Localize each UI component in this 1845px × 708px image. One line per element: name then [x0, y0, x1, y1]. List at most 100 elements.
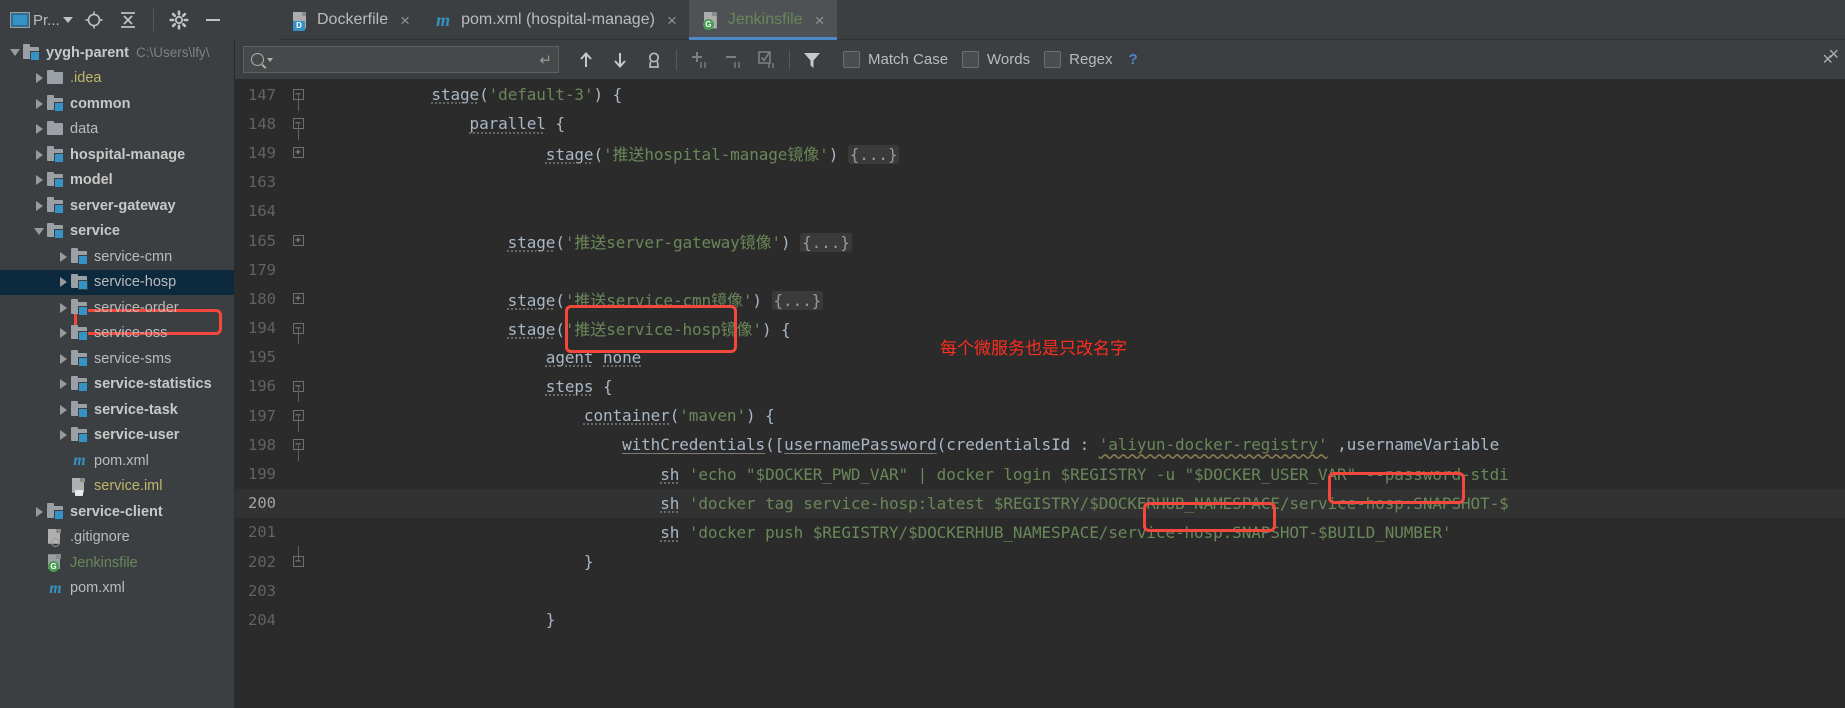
match-case-checkbox[interactable] — [843, 51, 860, 68]
hide-panel-button[interactable] — [198, 5, 228, 35]
expand-arrow-icon[interactable] — [56, 430, 70, 441]
expand-arrow-icon[interactable] — [56, 251, 70, 262]
collapse-all-button[interactable] — [113, 5, 143, 35]
code-line[interactable]: 201 sh 'docker push $REGISTRY/$DOCKERHUB… — [235, 518, 1845, 547]
expand-arrow-icon[interactable] — [56, 277, 70, 288]
locate-target-button[interactable] — [79, 5, 109, 35]
expand-arrow-icon[interactable] — [56, 353, 70, 364]
tree-item--gitignore[interactable]: .gitignore — [0, 525, 234, 551]
collapse-arrow-icon[interactable] — [32, 227, 46, 235]
regex-checkbox[interactable] — [1044, 51, 1062, 68]
find-next-button[interactable] — [603, 45, 637, 75]
code-line[interactable]: 202− } — [235, 545, 1845, 576]
tree-item-service-client[interactable]: service-client — [0, 499, 234, 525]
add-occurrence-button[interactable] — [682, 45, 716, 75]
tree-item-service-oss[interactable]: service-oss — [0, 321, 234, 347]
tree-item-model[interactable]: model — [0, 168, 234, 194]
tree-item-service-sms[interactable]: service-sms — [0, 346, 234, 372]
fold-gutter[interactable]: − — [285, 545, 311, 568]
fold-expand-icon[interactable]: + — [292, 293, 304, 305]
code-line[interactable]: 163 — [235, 168, 1845, 197]
close-tab-icon[interactable]: × — [815, 12, 825, 29]
tree-item-service-cmn[interactable]: service-cmn — [0, 244, 234, 270]
code-line[interactable]: 148− parallel { — [235, 109, 1845, 140]
expand-arrow-icon[interactable] — [32, 124, 46, 135]
tree-item-common[interactable]: common — [0, 91, 234, 117]
find-all-button[interactable] — [637, 45, 671, 75]
expand-arrow-icon[interactable] — [32, 98, 46, 109]
filter-button[interactable] — [795, 45, 829, 75]
fold-gutter[interactable]: − — [285, 118, 311, 140]
tree-item-jenkinsfile[interactable]: G Jenkinsfile — [0, 550, 234, 576]
expand-arrow-icon[interactable] — [56, 328, 70, 339]
regex-option[interactable]: Regex ? — [1044, 51, 1138, 68]
tree-item-service[interactable]: service — [0, 219, 234, 245]
expand-arrow-icon[interactable] — [32, 200, 46, 211]
project-tree[interactable]: yygh-parent C:\Users\lfy\ .idea common data h… — [0, 40, 235, 708]
tree-item-server-gateway[interactable]: server-gateway — [0, 193, 234, 219]
match-case-option[interactable]: Match Case — [843, 51, 948, 68]
fold-gutter[interactable]: − — [285, 89, 311, 111]
words-checkbox[interactable] — [962, 51, 980, 68]
code-line[interactable]: 149 + stage('推送hospital-manage镜像') {...} — [235, 138, 1845, 167]
tree-item-service-statistics[interactable]: service-statistics — [0, 372, 234, 398]
code-line[interactable]: 164 — [235, 197, 1845, 226]
search-history-caret-icon[interactable] — [267, 57, 273, 62]
fold-gutter[interactable]: + — [285, 147, 311, 159]
code-editor[interactable]: 147− stage('default-3') {148− parallel {… — [235, 80, 1845, 708]
fold-gutter[interactable]: + — [285, 293, 311, 305]
expand-arrow-icon[interactable] — [32, 73, 46, 84]
expand-arrow-icon[interactable] — [56, 404, 70, 415]
regex-help-icon[interactable]: ? — [1128, 51, 1137, 68]
words-option[interactable]: Words — [962, 51, 1030, 68]
tree-item-service-order[interactable]: service-order — [0, 295, 234, 321]
search-multiline-icon[interactable]: ↵ — [539, 51, 552, 69]
code-line[interactable]: 198− withCredentials([usernamePassword(c… — [235, 430, 1845, 461]
expand-arrow-icon[interactable] — [56, 302, 70, 313]
expand-arrow-icon[interactable] — [56, 379, 70, 390]
code-line[interactable]: 165 + stage('推送server-gateway镜像') {...} — [235, 226, 1845, 255]
tree-item-service-hosp[interactable]: service-hosp — [0, 269, 234, 295]
fold-gutter[interactable]: − — [285, 439, 311, 461]
code-line[interactable]: 147− stage('default-3') { — [235, 80, 1845, 111]
fold-gutter[interactable]: + — [285, 235, 311, 247]
tree-item-service-user[interactable]: service-user — [0, 423, 234, 449]
code-line[interactable]: 203 — [235, 576, 1845, 605]
search-input[interactable]: ↵ — [243, 46, 559, 73]
collapse-arrow-icon[interactable] — [8, 49, 22, 57]
tree-item-pom-xml[interactable]: m pom.xml — [0, 576, 234, 602]
expand-arrow-icon[interactable] — [32, 506, 46, 517]
tree-item--idea[interactable]: .idea — [0, 66, 234, 92]
tab-pom-xml[interactable]: m pom.xml (hospital-manage) × — [422, 0, 689, 40]
close-tab-icon[interactable]: × — [400, 12, 410, 29]
fold-gutter[interactable]: − — [285, 410, 311, 432]
settings-button[interactable] — [164, 5, 194, 35]
tab-dockerfile[interactable]: D Dockerfile × — [278, 0, 422, 40]
tree-item-service-iml[interactable]: service.iml — [0, 474, 234, 500]
code-line[interactable]: 179 — [235, 255, 1845, 284]
code-line[interactable]: 196− steps { — [235, 372, 1845, 403]
tree-item-service-task[interactable]: service-task — [0, 397, 234, 423]
tree-item-pom-xml[interactable]: m pom.xml — [0, 448, 234, 474]
expand-arrow-icon[interactable] — [32, 175, 46, 186]
project-view-selector[interactable]: Pr... — [8, 6, 75, 34]
tab-jenkinsfile[interactable]: G Jenkinsfile × — [688, 0, 837, 40]
fold-gutter[interactable]: − — [285, 380, 311, 403]
fold-expand-icon[interactable]: + — [292, 235, 304, 247]
expand-arrow-icon[interactable] — [32, 149, 46, 160]
fold-expand-icon[interactable]: + — [292, 147, 304, 159]
close-tab-icon[interactable]: × — [667, 12, 677, 29]
find-previous-button[interactable] — [569, 45, 603, 75]
code-line[interactable]: 204 } — [235, 605, 1845, 634]
code-line[interactable]: 197− container('maven') { — [235, 401, 1845, 432]
code-line[interactable]: 199 sh 'echo "$DOCKER_PWD_VAR" | docker … — [235, 459, 1845, 488]
tree-item-hospital-manage[interactable]: hospital-manage — [0, 142, 234, 168]
select-all-occurrences-button[interactable] — [750, 45, 784, 75]
editor-close-icon[interactable]: × — [1828, 44, 1839, 65]
code-line[interactable]: 180 + stage('推送service-cmn镜像') {...} — [235, 284, 1845, 313]
remove-occurrence-button[interactable] — [716, 45, 750, 75]
code-line[interactable]: 200 sh 'docker tag service-hosp:latest $… — [235, 488, 1845, 518]
tree-item-data[interactable]: data — [0, 117, 234, 143]
fold-gutter[interactable]: − — [285, 322, 311, 345]
tree-item-yygh-parent[interactable]: yygh-parent C:\Users\lfy\ — [0, 40, 234, 66]
